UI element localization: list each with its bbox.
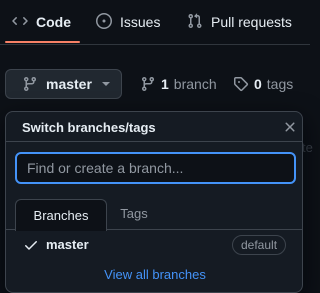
branch-tag-tabs: Branches Tags — [6, 199, 302, 231]
tab-pull-requests[interactable]: Pull requests — [187, 0, 292, 44]
chevron-down-icon — [101, 82, 110, 86]
branch-count-label: branch — [173, 76, 217, 92]
branch-list-item[interactable]: master default — [6, 230, 302, 260]
pull-request-icon — [187, 12, 203, 32]
tab-branches[interactable]: Branches — [15, 199, 107, 231]
default-badge: default — [232, 235, 287, 255]
branch-name: master — [46, 237, 89, 252]
tab-code-label: Code — [36, 14, 71, 30]
popup-title: Switch branches/tags — [22, 120, 156, 135]
tag-count-label: tags — [266, 76, 294, 92]
branch-count: 1 — [161, 76, 169, 92]
view-all-branches-link[interactable]: View all branches — [6, 267, 304, 282]
close-icon — [285, 122, 295, 132]
branch-switcher-popup: Switch branches/tags Branches Tags maste… — [5, 111, 303, 293]
tags-link[interactable]: 0 tags — [233, 69, 293, 99]
tab-issues-label: Issues — [120, 14, 161, 30]
repo-nav: Code Issues Pull requests — [0, 0, 310, 45]
issue-opened-icon — [96, 12, 112, 32]
tag-count: 0 — [254, 76, 262, 92]
tab-code[interactable]: Code — [12, 0, 71, 44]
branch-search-input[interactable] — [15, 152, 296, 184]
git-branch-icon — [24, 76, 36, 92]
code-icon — [12, 13, 28, 32]
active-tab-indicator — [5, 41, 80, 43]
branch-select-label: master — [46, 76, 92, 92]
branches-link[interactable]: 1 branch — [140, 69, 217, 99]
close-button[interactable] — [282, 119, 298, 135]
tab-issues[interactable]: Issues — [96, 0, 160, 44]
background-text-fragment: te — [302, 140, 313, 155]
git-branch-icon — [142, 76, 154, 92]
branch-select-button[interactable]: master — [5, 69, 122, 99]
tab-tags[interactable]: Tags — [114, 199, 154, 228]
check-icon — [23, 237, 39, 253]
tag-icon — [233, 77, 249, 92]
tab-pull-requests-label: Pull requests — [211, 14, 292, 30]
popup-divider — [6, 141, 302, 142]
